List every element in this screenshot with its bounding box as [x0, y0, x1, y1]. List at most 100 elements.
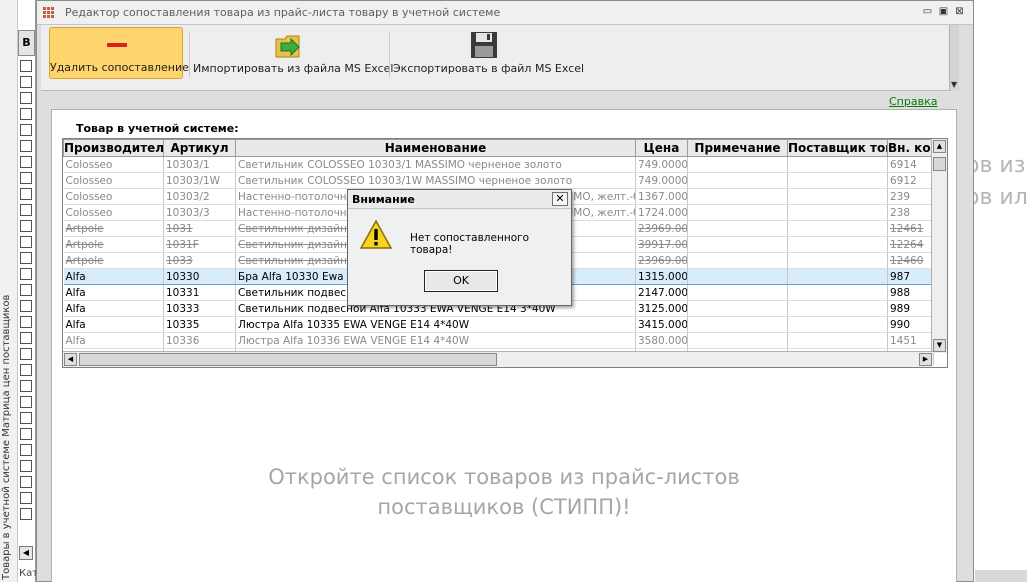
background-checkbox[interactable] — [20, 300, 32, 312]
table-cell[interactable]: Люстра Alfa 10336 EWA VENGE E14 4*40W — [235, 332, 636, 349]
table-cell[interactable]: Colosseo — [63, 188, 164, 205]
table-cell[interactable]: 1031F — [163, 236, 236, 253]
table-cell[interactable]: 238 — [887, 204, 934, 221]
background-checkbox[interactable] — [20, 364, 32, 376]
background-checkbox[interactable] — [20, 188, 32, 200]
background-checkbox[interactable] — [20, 412, 32, 424]
dialog-titlebar[interactable]: Внимание ✕ — [348, 190, 571, 209]
background-checkbox[interactable] — [20, 204, 32, 216]
horizontal-scrollbar[interactable]: ◀ ▶ — [63, 351, 933, 367]
background-scroll-left-arrow[interactable]: ◀ — [19, 546, 33, 560]
table-cell[interactable]: 10303/1 — [163, 156, 236, 173]
table-cell[interactable]: Alfa — [63, 300, 164, 317]
table-row[interactable]: Alfa 10336 Люстра Alfa 10336 EWA VENGE E14… — [63, 332, 934, 349]
column-header[interactable]: Артикул — [163, 139, 236, 157]
scroll-thumb[interactable] — [933, 157, 946, 171]
background-checkbox[interactable] — [20, 348, 32, 360]
table-cell[interactable]: Alfa — [63, 316, 164, 333]
background-checkbox[interactable] — [20, 444, 32, 456]
table-cell[interactable]: 1367.0000 — [635, 188, 688, 205]
background-checkbox[interactable] — [20, 60, 32, 72]
background-checkbox[interactable] — [20, 476, 32, 488]
ribbon-scroll[interactable]: ▼ — [949, 25, 959, 91]
table-cell[interactable]: Светильник COLOSSEO 10303/1W MASSIMO чер… — [235, 172, 636, 189]
column-header[interactable]: Поставщик товара — [787, 139, 888, 157]
column-header[interactable]: Наименование — [235, 139, 636, 157]
table-cell[interactable] — [787, 220, 888, 237]
table-row[interactable]: Alfa 10335 Люстра Alfa 10335 EWA VENGE E14… — [63, 316, 934, 333]
table-cell[interactable]: 39917.0000 — [635, 236, 688, 253]
table-cell[interactable]: 10333 — [163, 300, 236, 317]
table-cell[interactable]: 749.0000 — [635, 156, 688, 173]
table-cell[interactable]: 6912 — [887, 172, 934, 189]
table-cell[interactable]: 3415.0000 — [635, 316, 688, 333]
background-checkbox[interactable] — [20, 124, 32, 136]
table-cell[interactable] — [687, 204, 788, 221]
vertical-scrollbar[interactable]: ▲ ▼ — [931, 139, 947, 353]
table-cell[interactable] — [787, 316, 888, 333]
background-checkbox[interactable] — [20, 508, 32, 520]
table-cell[interactable]: 23969.0000 — [635, 220, 688, 237]
table-cell[interactable]: 749.0000 — [635, 172, 688, 189]
table-cell[interactable]: 987 — [887, 268, 934, 285]
table-cell[interactable] — [787, 188, 888, 205]
table-cell[interactable]: 989 — [887, 300, 934, 317]
scroll-right-arrow-icon[interactable]: ▶ — [919, 353, 932, 366]
table-cell[interactable]: 10331 — [163, 284, 236, 301]
background-checkbox[interactable] — [20, 172, 32, 184]
background-checkbox[interactable] — [20, 332, 32, 344]
table-cell[interactable]: 3125.0000 — [635, 300, 688, 317]
table-cell[interactable]: Colosseo — [63, 156, 164, 173]
table-cell[interactable]: Artpole — [63, 220, 164, 237]
table-cell[interactable]: 10303/3 — [163, 204, 236, 221]
table-cell[interactable]: 3580.0000 — [635, 332, 688, 349]
table-cell[interactable] — [787, 252, 888, 269]
scroll-down-arrow-icon[interactable]: ▼ — [933, 339, 946, 352]
table-cell[interactable]: 12460 — [887, 252, 934, 269]
table-cell[interactable]: Люстра Alfa 10335 EWA VENGE E14 4*40W — [235, 316, 636, 333]
table-cell[interactable]: 23969.0000 — [635, 252, 688, 269]
table-cell[interactable]: 1033 — [163, 252, 236, 269]
table-cell[interactable]: Светильник COLOSSEO 10303/1 MASSIMO черн… — [235, 156, 636, 173]
background-vertical-tab-text[interactable]: Товары в учетной системе Матрица цен пос… — [1, 290, 17, 580]
dialog-close-icon[interactable]: ✕ — [552, 192, 568, 206]
table-cell[interactable] — [787, 204, 888, 221]
background-tab[interactable]: В — [18, 30, 35, 56]
table-cell[interactable]: Alfa — [63, 284, 164, 301]
help-link[interactable]: Справка — [889, 95, 937, 108]
table-cell[interactable]: 10303/2 — [163, 188, 236, 205]
table-cell[interactable]: 1315.0000 — [635, 268, 688, 285]
table-cell[interactable] — [787, 236, 888, 253]
scroll-left-arrow-icon[interactable]: ◀ — [64, 353, 77, 366]
table-cell[interactable]: Alfa — [63, 332, 164, 349]
table-cell[interactable] — [687, 332, 788, 349]
table-cell[interactable] — [787, 300, 888, 317]
table-row[interactable]: Colosseo 10303/1 Светильник COLOSSEO 10303… — [63, 156, 934, 173]
column-header[interactable]: Производитель — [63, 139, 164, 157]
table-cell[interactable]: Colosseo — [63, 204, 164, 221]
chevron-down-icon[interactable]: ▼ — [951, 80, 957, 89]
table-cell[interactable]: 12461 — [887, 220, 934, 237]
table-cell[interactable] — [687, 188, 788, 205]
table-cell[interactable]: 10335 — [163, 316, 236, 333]
table-row[interactable]: Colosseo 10303/1W Светильник COLOSSEO 1030… — [63, 172, 934, 189]
background-checkbox[interactable] — [20, 236, 32, 248]
table-cell[interactable] — [787, 156, 888, 173]
close-icon[interactable]: ⊠ — [953, 6, 966, 19]
background-checkbox[interactable] — [20, 140, 32, 152]
table-cell[interactable] — [687, 284, 788, 301]
table-cell[interactable]: 2147.0000 — [635, 284, 688, 301]
table-cell[interactable]: 12264 — [887, 236, 934, 253]
table-cell[interactable]: Alfa — [63, 268, 164, 285]
background-checkbox[interactable] — [20, 380, 32, 392]
restore-icon[interactable]: ▣ — [937, 6, 950, 19]
table-cell[interactable]: Colosseo — [63, 172, 164, 189]
background-checkbox[interactable] — [20, 396, 32, 408]
table-cell[interactable]: 1724.0000 — [635, 204, 688, 221]
table-cell[interactable]: Artpole — [63, 236, 164, 253]
import-excel-button[interactable]: Импортировать из файла MS Excel — [193, 27, 393, 79]
delete-mapping-button[interactable]: Удалить сопоставление — [49, 27, 189, 79]
background-checkbox[interactable] — [20, 316, 32, 328]
table-cell[interactable] — [687, 156, 788, 173]
background-checkbox[interactable] — [20, 76, 32, 88]
